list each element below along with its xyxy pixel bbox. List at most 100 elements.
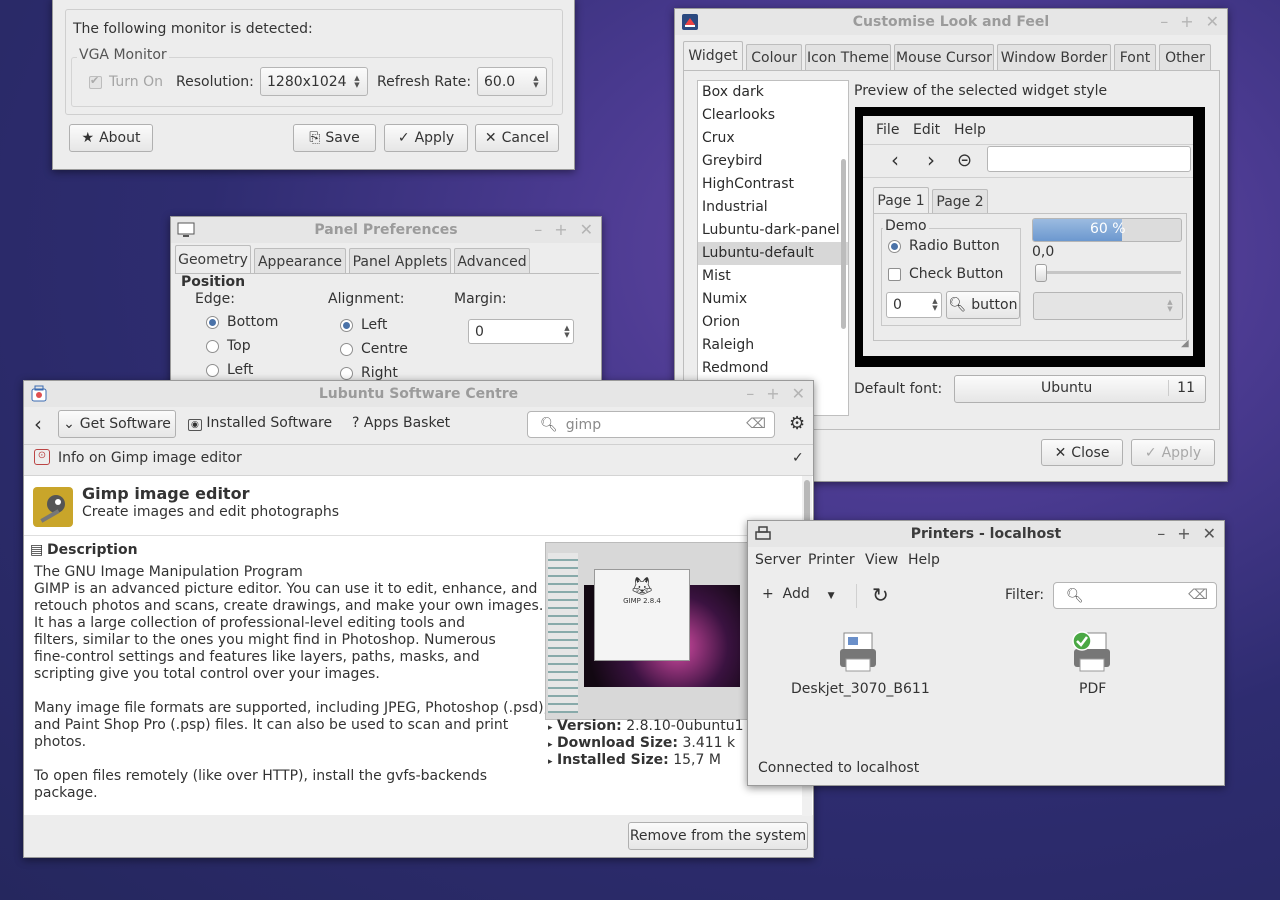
search-icon: 🔍︎ xyxy=(540,416,558,433)
refresh-select[interactable]: 60.0 ▲ ▼ xyxy=(477,67,547,96)
minimize-icon[interactable]: – xyxy=(746,384,754,403)
align-left-radio[interactable] xyxy=(340,319,353,332)
panel-titlebar[interactable]: Panel Preferences – + ✕ xyxy=(171,217,601,243)
maximize-icon[interactable]: + xyxy=(554,220,567,239)
close-icon[interactable]: ✕ xyxy=(1203,524,1216,543)
screenshot-toolbox xyxy=(548,553,578,713)
search-input[interactable]: 🔍︎ gimp ⌫ xyxy=(527,411,775,438)
question-icon: ? xyxy=(352,415,360,431)
gear-icon[interactable]: ⚙ xyxy=(789,413,805,434)
tab-widget[interactable]: Widget xyxy=(683,41,743,70)
about-button[interactable]: ★ About xyxy=(69,124,153,152)
filter-input[interactable]: 🔍︎ ⌫ xyxy=(1053,582,1217,609)
tab-window-border[interactable]: Window Border xyxy=(997,44,1111,70)
theme-list-item[interactable]: Raleigh xyxy=(698,334,848,357)
tab-appearance[interactable]: Appearance xyxy=(254,248,346,274)
description-line: and Paint Shop Pro (.psp) files. It can … xyxy=(34,717,509,733)
font-chooser-button[interactable]: Ubuntu 11 xyxy=(954,375,1206,403)
close-icon[interactable]: ✕ xyxy=(580,220,593,239)
turn-on-checkbox[interactable]: ✔ xyxy=(89,74,102,89)
edge-top-radio[interactable] xyxy=(206,340,219,353)
tab-advanced[interactable]: Advanced xyxy=(454,248,530,274)
theme-list-item[interactable]: Clearlooks xyxy=(698,104,848,127)
align-centre-radio[interactable] xyxy=(340,343,353,356)
theme-list-scrollbar[interactable] xyxy=(841,159,846,329)
minimize-icon[interactable]: – xyxy=(1160,12,1168,31)
theme-list-item[interactable]: Mist xyxy=(698,265,848,288)
save-icon: ⎘ xyxy=(309,130,321,146)
close-button[interactable]: ✕ Close xyxy=(1041,439,1123,466)
printer-pdf-label[interactable]: PDF xyxy=(1079,681,1106,697)
align-right-radio[interactable] xyxy=(340,367,353,380)
edge-bottom-radio[interactable] xyxy=(206,316,219,329)
close-icon[interactable]: ✕ xyxy=(792,384,805,403)
filter-label: Filter: xyxy=(1005,587,1045,603)
tab-other[interactable]: Other xyxy=(1159,44,1211,70)
apps-basket-label: Apps Basket xyxy=(363,415,451,431)
tab-icon-theme[interactable]: Icon Theme xyxy=(805,44,891,70)
theme-list-item[interactable]: Lubuntu-default xyxy=(698,242,848,265)
preview-inner: File Edit Help ‹ › ⊝ Page 1 Page 2 Demo … xyxy=(863,116,1193,356)
theme-list-item[interactable]: Industrial xyxy=(698,196,848,219)
theme-list-item[interactable]: Crux xyxy=(698,127,848,150)
theme-list-item[interactable]: HighContrast xyxy=(698,173,848,196)
clear-filter-icon[interactable]: ⌫ xyxy=(1188,587,1208,603)
maximize-icon[interactable]: + xyxy=(766,384,779,403)
close-icon[interactable]: ✕ xyxy=(1206,12,1219,31)
printers-titlebar[interactable]: Printers - localhost – + ✕ xyxy=(748,521,1224,547)
look-titlebar[interactable]: Customise Look and Feel – + ✕ xyxy=(675,9,1227,35)
theme-list-item[interactable]: Box dark xyxy=(698,81,848,104)
menu-server[interactable]: Server xyxy=(755,552,801,568)
software-centre-icon xyxy=(31,385,47,402)
installed-icon: ◉ xyxy=(188,419,202,431)
get-software-button[interactable]: ⌄ Get Software xyxy=(58,410,176,438)
panel-preferences-window: Panel Preferences – + ✕ Geometry Appearanc… xyxy=(170,216,602,386)
tab-font[interactable]: Font xyxy=(1114,44,1156,70)
theme-list-item[interactable]: Greybird xyxy=(698,150,848,173)
tab-geometry[interactable]: Geometry xyxy=(175,245,251,274)
apps-basket-button[interactable]: ? Apps Basket xyxy=(352,415,450,431)
theme-list-item[interactable]: Numix xyxy=(698,288,848,311)
look-apply-button[interactable]: ✓ Apply xyxy=(1131,439,1215,466)
resolution-value: 1280x1024 xyxy=(267,73,347,90)
preview-tab-page1: Page 1 xyxy=(873,187,929,214)
theme-list-item[interactable]: Lubuntu-dark-panel xyxy=(698,219,848,242)
back-icon[interactable]: ‹ xyxy=(34,412,42,436)
menu-printer[interactable]: Printer xyxy=(808,552,855,568)
printer-pdf-icon[interactable] xyxy=(1070,631,1114,675)
maximize-icon[interactable]: + xyxy=(1177,524,1190,543)
minimize-icon[interactable]: – xyxy=(1157,524,1165,543)
theme-list[interactable]: Box dark Clearlooks Crux Greybird HighContra… xyxy=(697,80,849,416)
minimize-icon[interactable]: – xyxy=(534,220,542,239)
screenshot-thumbnail[interactable]: 🦊︎ GIMP 2.8.4 xyxy=(545,542,749,720)
menu-view[interactable]: View xyxy=(865,552,898,568)
printer-deskjet-icon[interactable] xyxy=(836,631,880,675)
software-centre-window: Lubuntu Software Centre – + ✕ ‹ ⌄ Get Softw… xyxy=(23,380,814,858)
edge-left-radio[interactable] xyxy=(206,364,219,377)
look-title: Customise Look and Feel xyxy=(852,14,1050,30)
margin-spin[interactable]: 0 ▲ ▼ xyxy=(468,319,574,344)
theme-list-item[interactable]: Orion xyxy=(698,311,848,334)
appearance-icon xyxy=(682,14,698,30)
save-button[interactable]: ⎘ Save xyxy=(293,124,376,152)
resolution-select[interactable]: 1280x1024 ▲ ▼ xyxy=(260,67,368,96)
clear-search-icon[interactable]: ⌫ xyxy=(746,416,766,432)
cancel-button[interactable]: ✕ Cancel xyxy=(475,124,559,152)
tab-panel-applets[interactable]: Panel Applets xyxy=(349,248,451,274)
download-value: 3.411 k xyxy=(682,735,736,751)
theme-list-item[interactable]: Redmond xyxy=(698,357,848,380)
tab-colour[interactable]: Colour xyxy=(746,44,802,70)
refresh-icon[interactable]: ↻ xyxy=(872,583,889,607)
installed-software-button[interactable]: ◉ Installed Software xyxy=(188,415,332,431)
software-titlebar[interactable]: Lubuntu Software Centre – + ✕ xyxy=(24,381,813,407)
remove-button[interactable]: Remove from the system xyxy=(628,822,808,850)
menu-help[interactable]: Help xyxy=(908,552,940,568)
margin-spin-arrows-icon[interactable]: ▲ ▼ xyxy=(561,320,573,343)
printer-deskjet-label[interactable]: Deskjet_3070_B611 xyxy=(791,681,930,697)
app-name: Gimp image editor xyxy=(82,484,250,503)
apply-button[interactable]: ✓ Apply xyxy=(384,124,468,152)
tab-mouse-cursor[interactable]: Mouse Cursor xyxy=(894,44,994,70)
maximize-icon[interactable]: + xyxy=(1180,12,1193,31)
description-line: scripting give you total control over yo… xyxy=(34,666,380,682)
add-printer-button[interactable]: + Add ▼ xyxy=(762,586,834,602)
